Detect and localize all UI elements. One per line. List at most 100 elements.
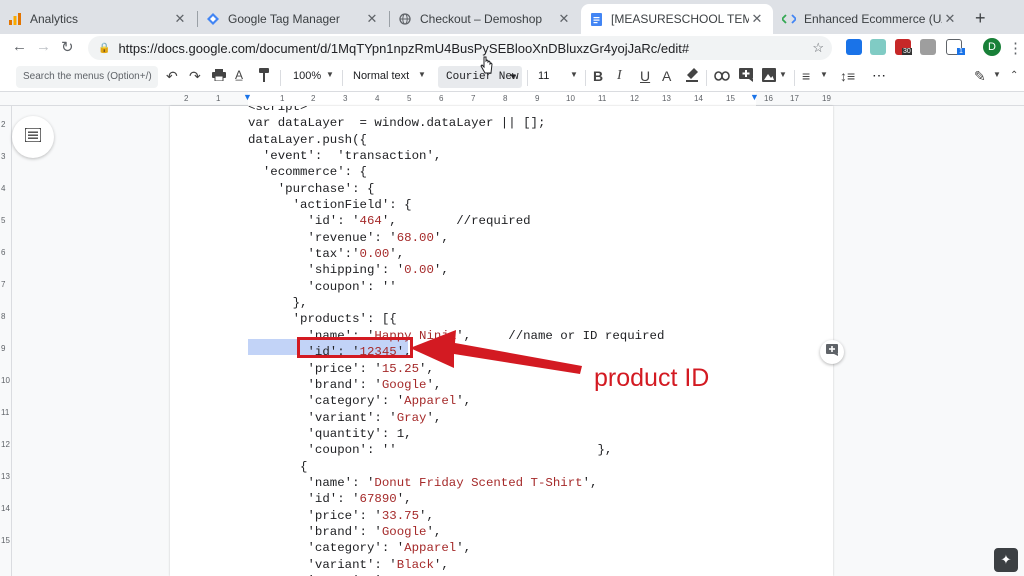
spellcheck-icon[interactable]: A̲ — [235, 68, 243, 82]
code-line: 'revenue': '68.00', — [248, 230, 664, 246]
close-icon[interactable]: ✕ — [364, 11, 380, 27]
italic-icon[interactable]: I — [617, 68, 622, 84]
ruler-mark: 6 — [1, 248, 6, 257]
forward-icon[interactable]: → — [36, 38, 51, 55]
ruler-mark: 11 — [1, 408, 10, 417]
code-string: 68.00 — [396, 230, 434, 245]
ruler-mark: 13 — [662, 94, 671, 103]
tab-checkout-demoshop[interactable]: Checkout – Demoshop ✕ — [390, 4, 580, 34]
code-text: 'purchase': { — [248, 181, 375, 196]
code-text: 'category': ' — [248, 541, 405, 556]
code-text: ', — [389, 247, 405, 262]
underline-icon[interactable]: U — [640, 68, 650, 84]
code-text: 'name': ' — [248, 475, 375, 490]
insert-image-icon[interactable] — [762, 68, 776, 85]
explore-button[interactable]: ✦ — [994, 548, 1018, 572]
code-text: 'category': ' — [248, 394, 405, 409]
zoom-select[interactable]: 100% — [293, 70, 321, 82]
code-text: 'ecommerce': { — [248, 165, 367, 180]
left-indent-marker-icon[interactable]: ▼ — [243, 92, 252, 102]
redo-icon[interactable]: ↷ — [189, 68, 201, 85]
toolbar-divider — [342, 70, 343, 86]
highlight-icon[interactable] — [686, 68, 698, 85]
bookmark-star-icon[interactable]: ☆ — [812, 40, 824, 56]
new-tab-button[interactable]: + — [975, 8, 986, 29]
analytics-icon — [8, 12, 22, 26]
font-size-select[interactable]: 11 — [538, 70, 549, 82]
globe-icon — [398, 12, 412, 26]
code-text: ', — [582, 475, 598, 490]
right-indent-marker-icon[interactable]: ▼ — [750, 92, 759, 102]
code-string: Google — [381, 524, 427, 539]
back-icon[interactable]: ← — [12, 38, 27, 55]
search-menus-input[interactable]: Search the menus (Option+/) — [16, 66, 158, 88]
ruler-mark: 11 — [598, 94, 607, 103]
tab-google-tag-manager[interactable]: Google Tag Manager ✕ — [198, 4, 388, 34]
reload-icon[interactable]: ↻ — [61, 38, 74, 56]
close-icon[interactable]: ✕ — [172, 11, 188, 27]
chevron-down-icon: ▼ — [993, 70, 1001, 79]
tab-enhanced-ecommerce[interactable]: Enhanced Ecommerce (UA) De ✕ — [774, 4, 966, 34]
ruler-mark: 15 — [1, 536, 10, 545]
code-string: 67890 — [359, 492, 397, 507]
extension-icon-1[interactable] — [846, 39, 862, 55]
toolbar-divider — [706, 70, 707, 86]
code-text: 'variant': ' — [248, 410, 397, 425]
chevron-down-icon: ▼ — [326, 70, 334, 79]
add-comment-button[interactable] — [820, 340, 844, 364]
docs-icon — [589, 12, 603, 26]
code-line: 'name': 'Donut Friday Scented T-Shirt', — [248, 475, 664, 491]
ruler-mark: 12 — [630, 94, 639, 103]
code-text: ', — [456, 394, 472, 409]
extension-badge: 30 — [902, 48, 912, 55]
ruler-mark: 5 — [1, 216, 6, 225]
paragraph-style-select[interactable]: Normal text — [353, 70, 409, 82]
code-text: 'shipping': ' — [248, 263, 405, 278]
url-bar[interactable]: 🔒 https://docs.google.com/document/d/1Mq… — [88, 36, 832, 60]
code-text: 'id': ' — [248, 214, 360, 229]
ruler-mark: 10 — [1, 376, 10, 385]
code-string: 33.75 — [381, 508, 420, 523]
text-color-icon[interactable]: A — [662, 68, 671, 84]
code-line: 'quantity': 1, — [248, 426, 664, 442]
code-text: <script> — [248, 106, 308, 114]
editing-mode-pencil-icon[interactable]: ✎ — [974, 68, 986, 85]
ruler-mark: 12 — [1, 440, 10, 449]
collapse-toolbar-icon[interactable]: ⌃ — [1010, 70, 1018, 81]
close-icon[interactable]: ✕ — [749, 11, 765, 27]
toolbar-divider — [585, 70, 586, 86]
avatar[interactable]: D — [983, 38, 1001, 56]
paint-format-icon[interactable] — [258, 68, 270, 85]
code-line: 'actionField': { — [248, 197, 664, 213]
tab-analytics[interactable]: Analytics ✕ — [0, 4, 196, 34]
extension-icon-4[interactable] — [920, 39, 936, 55]
add-comment-icon[interactable] — [739, 68, 753, 85]
align-left-icon[interactable]: ≡ — [802, 68, 810, 84]
undo-icon[interactable]: ↶ — [166, 68, 178, 85]
code-string: Black — [396, 557, 434, 572]
code-text: 'quantity': 1, — [248, 426, 412, 441]
extension-badge: 1 — [957, 48, 965, 55]
ruler-mark: 1 — [280, 94, 285, 103]
chrome-menu-icon[interactable]: ⋮ — [1008, 39, 1023, 57]
code-string: Apparel — [404, 541, 457, 556]
ruler-mark: 8 — [1, 312, 6, 321]
code-line: 'brand': 'Google', — [248, 524, 664, 540]
print-icon[interactable] — [212, 68, 226, 84]
close-icon[interactable]: ✕ — [556, 11, 572, 27]
horizontal-ruler: 2 1 ▼ 1 2 3 4 5 6 7 8 9 10 11 12 13 14 1… — [0, 92, 1024, 106]
code-line: 'variant': 'Gray', — [248, 410, 664, 426]
bold-icon[interactable]: B — [593, 68, 603, 84]
code-string: Donut Friday Scented T-Shirt — [374, 475, 583, 490]
code-text: 'products': [{ — [248, 312, 397, 327]
document-outline-button[interactable] — [12, 116, 54, 158]
code-text: ', — [456, 541, 472, 556]
ruler-mark: 14 — [1, 504, 10, 513]
extension-icon-2[interactable] — [870, 39, 886, 55]
close-icon[interactable]: ✕ — [942, 11, 958, 27]
tab-measureschool-template[interactable]: [MEASURESCHOOL TEMPLATI ✕ — [581, 4, 773, 34]
link-icon[interactable] — [714, 68, 730, 84]
line-spacing-icon[interactable]: ↕≡ — [840, 68, 855, 84]
more-options-button[interactable]: ⋯ — [872, 67, 886, 84]
annotation-arrow — [410, 330, 582, 374]
